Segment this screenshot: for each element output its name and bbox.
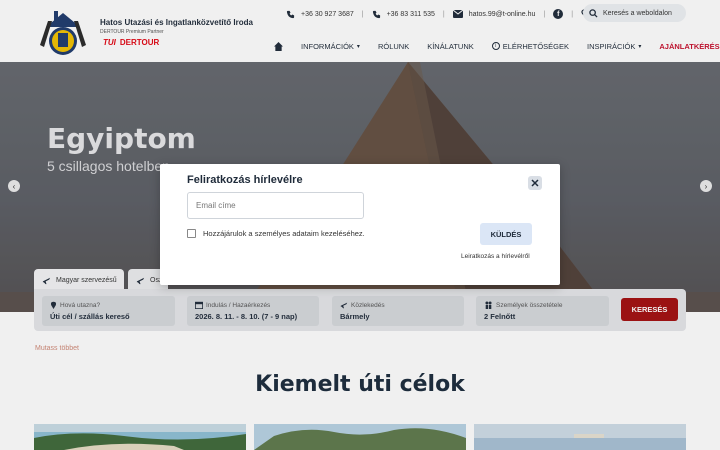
destination-value: Úti cél / szállás kereső [50, 312, 130, 321]
nav-label: INSPIRÁCIÓK [587, 41, 636, 51]
phone-link-2[interactable]: +36 83 311 535 [372, 10, 435, 19]
next-slide-button[interactable]: › [700, 180, 712, 192]
newsletter-modal: Feliratkozás hírlevélre ✕ Hozzájárulok a… [160, 164, 560, 285]
destination-card-image[interactable] [34, 424, 246, 450]
site-search-input[interactable]: Keresés a weboldalon [583, 4, 686, 22]
dertour-logo: TUI DERTOUR [103, 38, 159, 47]
consent-row: Hozzájárulok a személyes adataim kezelés… [187, 229, 365, 238]
nav-label: ELÉRHETŐSÉGEK [502, 41, 570, 51]
site-header: Hatos Utazási és Ingatlanközvetítő Iroda… [0, 0, 720, 62]
date-field[interactable]: Indulás / Hazaérkezés 2026. 8. 11. - 8. … [187, 296, 319, 326]
plane-icon [340, 302, 348, 309]
home-icon [274, 41, 283, 51]
section-title: Kiemelt úti célok [255, 372, 465, 397]
destination-card-image[interactable] [254, 424, 466, 450]
plane-icon [42, 277, 51, 284]
tab-label: Magyar szervezésű [56, 276, 117, 284]
divider: | [442, 10, 445, 18]
envelope-icon [452, 10, 463, 18]
brand-partner: DERTOUR Premium Partner [100, 29, 164, 35]
consent-label: Hozzájárulok a személyes adataim kezelés… [203, 229, 365, 238]
transport-label-row: Közlekedés [340, 301, 464, 309]
destination-label-row: Hová utazna? [50, 301, 175, 309]
email-address: hatos.99@t-online.hu [468, 10, 536, 18]
dertour-logo-text: DERTOUR [119, 38, 160, 47]
contact-bar: +36 30 927 3687 | +36 83 311 535 | hatos… [286, 5, 597, 20]
phone-number-1: +36 30 927 3687 [301, 10, 354, 18]
nav-elerhetosegek[interactable]: i ELÉRHETŐSÉGEK [491, 41, 570, 51]
people-label: Személyek összetétele [496, 301, 563, 309]
tui-logo-text: TUI [103, 38, 116, 47]
brand-name: Hatos Utazási és Ingatlanközvetítő Iroda [100, 18, 253, 27]
chevron-down-icon: ▾ [356, 43, 360, 50]
date-label: Indulás / Hazaérkezés [206, 301, 271, 309]
location-pin-icon [50, 301, 57, 309]
transport-value: Bármely [340, 312, 370, 321]
people-icon [485, 301, 492, 309]
chevron-left-icon: ‹ [12, 181, 16, 191]
nav-rolunk[interactable]: RÓLUNK [378, 42, 409, 51]
people-value: 2 Felnőtt [484, 312, 516, 321]
main-nav: INFORMÁCIÓK ▾ RÓLUNK KÍNÁLATUNK i ELÉRHETŐ… [274, 40, 720, 52]
destination-label: Hová utazna? [60, 301, 101, 309]
consent-checkbox[interactable] [187, 229, 196, 238]
search-button[interactable]: KERESÉS [621, 298, 678, 321]
search-placeholder: Keresés a weboldalon [603, 9, 672, 17]
date-label-row: Indulás / Hazaérkezés [195, 301, 319, 309]
people-label-row: Személyek összetétele [484, 301, 609, 309]
phone-link-1[interactable]: +36 30 927 3687 [286, 10, 354, 19]
phone-icon [286, 10, 295, 18]
agency-logo[interactable] [32, 7, 94, 59]
calendar-icon [195, 301, 203, 309]
nav-label: AJÁNLATKÉRÉS [659, 41, 720, 51]
plane-icon [136, 277, 145, 284]
divider: | [543, 10, 546, 18]
prev-slide-button[interactable]: ‹ [8, 180, 20, 192]
close-button[interactable]: ✕ [528, 176, 542, 190]
nav-label: INFORMÁCIÓK [301, 41, 354, 51]
transport-label: Közlekedés [351, 301, 385, 309]
nav-label: KÍNÁLATUNK [427, 41, 474, 51]
close-icon: ✕ [530, 177, 540, 190]
nav-ajanlatkeres[interactable]: AJÁNLATKÉRÉS [659, 42, 719, 51]
nav-home[interactable] [274, 41, 283, 51]
destination-field[interactable]: Hová utazna? Úti cél / szállás kereső [42, 296, 175, 326]
show-more-link[interactable]: Mutass többet [35, 345, 79, 352]
chevron-down-icon: ▾ [638, 43, 642, 50]
tab-magyar-szervezesu[interactable]: Magyar szervezésű [34, 269, 124, 291]
destination-card-image[interactable] [474, 424, 686, 450]
phone-number-2: +36 83 311 535 [386, 10, 435, 18]
email-link[interactable]: hatos.99@t-online.hu [452, 10, 536, 18]
hero-subtitle: 5 csillagos hotelben [47, 158, 170, 174]
modal-title: Feliratkozás hírlevélre [187, 174, 303, 186]
info-icon: i [491, 42, 500, 50]
date-value: 2026. 8. 11. - 8. 10. (7 - 9 nap) [195, 312, 298, 321]
facebook-icon[interactable]: f [553, 9, 564, 19]
divider: | [571, 10, 574, 18]
transport-field[interactable]: Közlekedés Bármely [332, 296, 464, 326]
search-icon [589, 8, 598, 18]
unsubscribe-link[interactable]: Leiratkozás a hírlevélről [461, 253, 530, 260]
send-button[interactable]: KÜLDÉS [480, 223, 532, 245]
chevron-right-icon: › [704, 181, 708, 191]
nav-inspiraciok[interactable]: INSPIRÁCIÓK ▾ [587, 42, 641, 51]
nav-kinalatunk[interactable]: KÍNÁLATUNK [427, 42, 474, 51]
email-field[interactable] [187, 192, 364, 219]
phone-icon [372, 10, 380, 18]
hero-title: Egyiptom [47, 122, 196, 155]
people-field[interactable]: Személyek összetétele 2 Felnőtt [476, 296, 609, 326]
nav-informaciok[interactable]: INFORMÁCIÓK ▾ [301, 42, 360, 51]
nav-label: RÓLUNK [377, 41, 410, 51]
divider: | [361, 10, 364, 18]
